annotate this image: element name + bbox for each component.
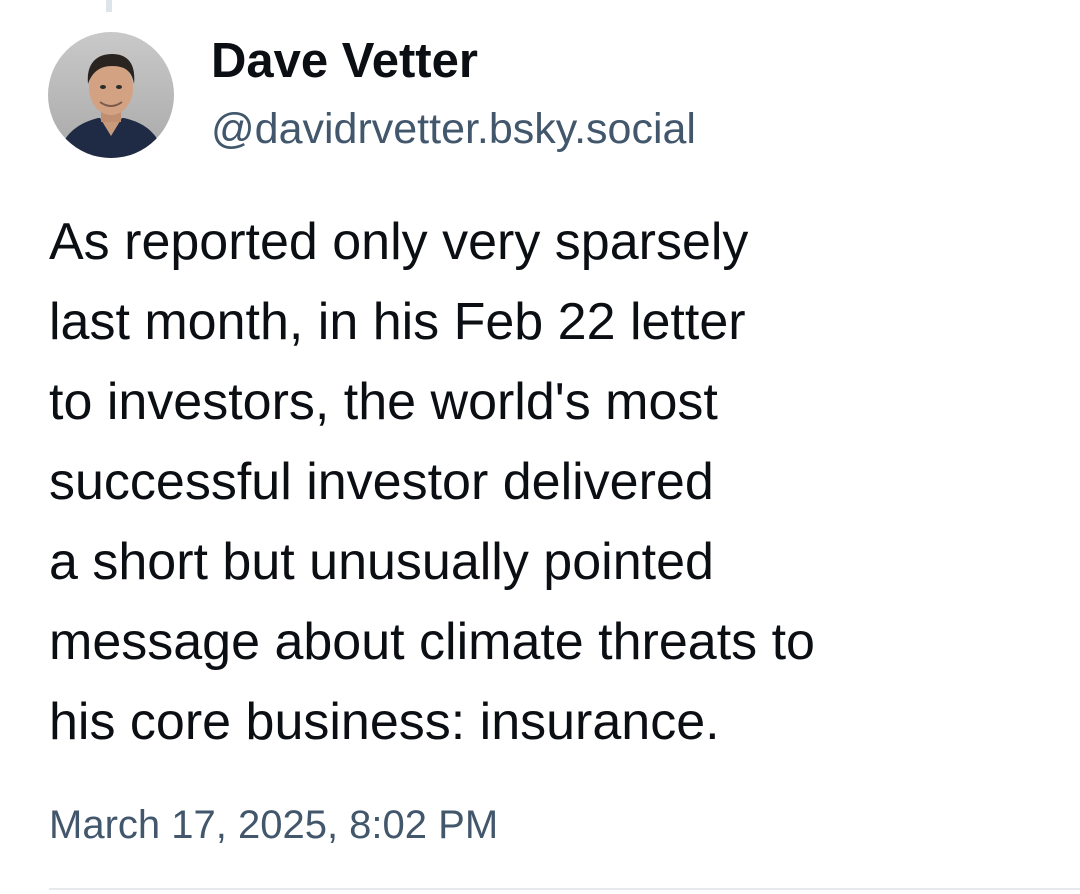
post-view: Dave Vetter @davidrvetter.bsky.social As… — [0, 0, 1080, 894]
post-text-line: to investors, the world's most — [49, 373, 718, 431]
user-avatar-photo-icon — [48, 32, 174, 158]
post-text-line: a short but unusually pointed — [49, 533, 714, 591]
post-text-line: As reported only very sparsely — [49, 213, 749, 271]
author-display-name[interactable]: Dave Vetter — [211, 30, 696, 92]
post-author: Dave Vetter @davidrvetter.bsky.social — [211, 30, 696, 158]
author-handle[interactable]: @davidrvetter.bsky.social — [211, 100, 696, 158]
post-text-line: last month, in his Feb 22 letter — [49, 293, 746, 351]
thread-connector-line — [106, 0, 112, 12]
post-text-line: his core business: insurance. — [49, 693, 720, 751]
avatar[interactable] — [48, 32, 174, 158]
divider — [49, 888, 1080, 890]
post-text-line: successful investor delivered — [49, 453, 714, 511]
post-timestamp[interactable]: March 17, 2025, 8:02 PM — [49, 798, 498, 852]
post-text-line: message about climate threats to — [49, 613, 815, 671]
post-text: As reported only very sparsely last mont… — [49, 202, 1059, 762]
